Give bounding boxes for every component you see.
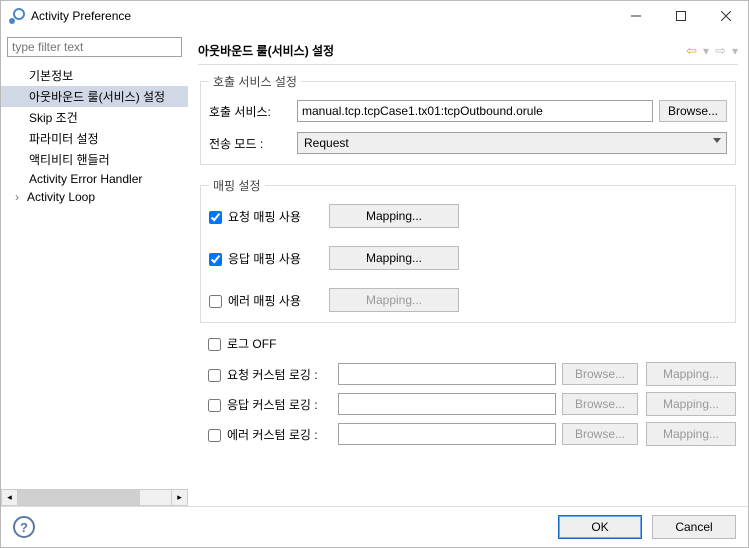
tree-item-parameter-setting[interactable]: 파라미터 설정: [1, 128, 188, 149]
minimize-button[interactable]: [613, 1, 658, 31]
error-mapping-checkbox[interactable]: [209, 295, 222, 308]
request-mapping-button[interactable]: Mapping...: [329, 204, 459, 228]
tree-item-outbound-rule[interactable]: 아웃바운드 룰(서비스) 설정: [1, 86, 188, 107]
filter-input[interactable]: [7, 37, 182, 57]
scroll-right-button[interactable]: ▸: [171, 489, 188, 506]
tree: 기본정보 아웃바운드 룰(서비스) 설정 Skip 조건 파라미터 설정 액티비…: [1, 63, 188, 489]
cancel-button[interactable]: Cancel: [652, 515, 736, 539]
tree-item-activity-loop[interactable]: ›Activity Loop: [1, 188, 188, 206]
error-log-mapping-button: Mapping...: [646, 422, 736, 446]
forward-menu-icon[interactable]: ▾: [732, 44, 738, 58]
response-log-input[interactable]: [338, 393, 556, 415]
scroll-track[interactable]: [18, 489, 171, 506]
error-log-browse-button: Browse...: [562, 423, 638, 445]
tree-item-activity-handler[interactable]: 액티비티 핸들러: [1, 149, 188, 170]
page-title: 아웃바운드 룰(서비스) 설정: [198, 42, 686, 59]
error-log-input[interactable]: [338, 423, 556, 445]
horizontal-scrollbar[interactable]: ◂ ▸: [1, 489, 188, 506]
close-button[interactable]: [703, 1, 748, 31]
app-icon: [9, 8, 25, 24]
transfer-mode-label: 전송 모드 :: [209, 135, 297, 152]
window-title: Activity Preference: [31, 9, 613, 23]
transfer-mode-combo[interactable]: Request: [297, 132, 727, 154]
scroll-left-button[interactable]: ◂: [1, 489, 18, 506]
error-mapping-button: Mapping...: [329, 288, 459, 312]
call-service-input[interactable]: [297, 100, 653, 122]
request-log-input[interactable]: [338, 363, 556, 385]
footer: ? OK Cancel: [1, 506, 748, 547]
chevron-right-icon[interactable]: ›: [15, 190, 27, 204]
request-log-checkbox[interactable]: [208, 369, 221, 382]
mapping-group: 매핑 설정 요청 매핑 사용 Mapping... 응답 매핑 사용 Mappi…: [200, 177, 736, 323]
error-log-check-label[interactable]: 에러 커스텀 로깅 :: [208, 426, 338, 443]
response-mapping-check-label[interactable]: 응답 매핑 사용: [209, 250, 329, 267]
tree-item-basic-info[interactable]: 기본정보: [1, 65, 188, 86]
back-menu-icon[interactable]: ▾: [703, 44, 709, 58]
transfer-mode-value: Request: [304, 136, 349, 150]
sidebar: 기본정보 아웃바운드 룰(서비스) 설정 Skip 조건 파라미터 설정 액티비…: [1, 31, 188, 506]
back-icon[interactable]: ⇦: [686, 43, 697, 59]
call-service-group: 호출 서비스 설정 호출 서비스: Browse... 전송 모드 : Requ…: [200, 73, 736, 165]
request-log-check-label[interactable]: 요청 커스텀 로깅 :: [208, 366, 338, 383]
tree-item-skip-condition[interactable]: Skip 조건: [1, 107, 188, 128]
scroll-thumb[interactable]: [18, 490, 140, 505]
response-log-browse-button: Browse...: [562, 393, 638, 415]
response-mapping-checkbox[interactable]: [209, 253, 222, 266]
maximize-button[interactable]: [658, 1, 703, 31]
call-service-label: 호출 서비스:: [209, 103, 297, 120]
request-mapping-check-label[interactable]: 요청 매핑 사용: [209, 208, 329, 225]
call-service-browse-button[interactable]: Browse...: [659, 100, 727, 122]
log-off-checkbox[interactable]: [208, 338, 221, 351]
request-mapping-checkbox[interactable]: [209, 211, 222, 224]
error-log-checkbox[interactable]: [208, 429, 221, 442]
log-off-check-label[interactable]: 로그 OFF: [208, 335, 736, 352]
response-mapping-button[interactable]: Mapping...: [329, 246, 459, 270]
call-service-legend: 호출 서비스 설정: [209, 73, 301, 90]
forward-icon[interactable]: ⇨: [715, 43, 726, 59]
title-bar: Activity Preference: [1, 1, 748, 31]
response-log-mapping-button: Mapping...: [646, 392, 736, 416]
help-icon[interactable]: ?: [13, 516, 35, 538]
response-log-checkbox[interactable]: [208, 399, 221, 412]
request-log-browse-button: Browse...: [562, 363, 638, 385]
request-log-mapping-button: Mapping...: [646, 362, 736, 386]
response-log-check-label[interactable]: 응답 커스텀 로깅 :: [208, 396, 338, 413]
tree-item-error-handler[interactable]: Activity Error Handler: [1, 170, 188, 188]
error-mapping-check-label[interactable]: 에러 매핑 사용: [209, 292, 329, 309]
mapping-legend: 매핑 설정: [209, 177, 265, 194]
ok-button[interactable]: OK: [558, 515, 642, 539]
main-panel: 아웃바운드 룰(서비스) 설정 ⇦ ▾ ⇨ ▾ 호출 서비스 설정 호출 서비스: …: [188, 31, 748, 506]
chevron-down-icon: [713, 138, 721, 143]
